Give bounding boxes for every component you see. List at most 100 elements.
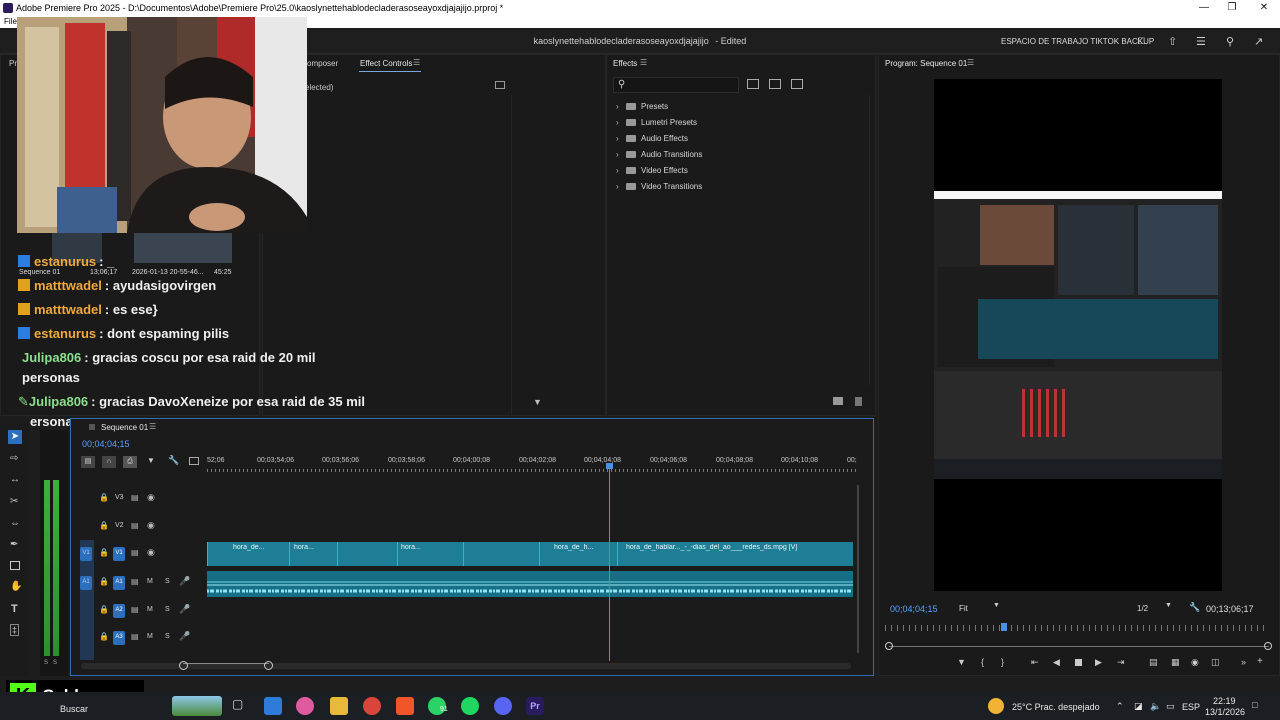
scrub-handle-left[interactable] bbox=[885, 642, 893, 650]
speaker-icon[interactable]: 🔈 bbox=[1150, 701, 1161, 712]
effects-folder-lumetri[interactable]: › Lumetri Presets bbox=[616, 118, 697, 127]
clock-time[interactable]: 22:19 bbox=[1213, 696, 1236, 706]
video-clip[interactable]: hora... bbox=[397, 542, 463, 566]
lock-icon[interactable]: 🔒 bbox=[99, 521, 109, 530]
video-clip[interactable] bbox=[463, 542, 539, 566]
ripple-edit-icon[interactable]: ↔ bbox=[10, 474, 20, 485]
restore-icon[interactable]: ❐ bbox=[1218, 0, 1246, 16]
solo-right-label[interactable]: S bbox=[53, 660, 57, 666]
landscape-widget-icon[interactable] bbox=[172, 696, 222, 716]
video-clip[interactable]: hora_de... bbox=[207, 542, 289, 566]
lock-icon[interactable]: 🔒 bbox=[99, 632, 109, 641]
track-target-a2[interactable]: A2 bbox=[113, 604, 125, 618]
selection-tool-icon[interactable]: ➤ bbox=[8, 430, 22, 444]
eye-icon[interactable]: ◉ bbox=[147, 520, 155, 531]
effects-folder-audio-transitions[interactable]: › Audio Transitions bbox=[616, 150, 702, 159]
lock-icon[interactable]: 🔒 bbox=[99, 577, 109, 586]
more-icon[interactable]: » bbox=[1241, 657, 1246, 667]
mute-button[interactable]: M bbox=[147, 578, 153, 585]
close-icon[interactable]: ✕ bbox=[1250, 0, 1278, 16]
track-target-a1[interactable]: A1 bbox=[113, 576, 125, 590]
audio-clip[interactable] bbox=[207, 571, 853, 597]
razor-icon[interactable]: ✂ bbox=[10, 496, 18, 507]
track-target-a3[interactable]: A3 bbox=[113, 631, 125, 645]
tab-audio-mixer[interactable]: omposer bbox=[307, 59, 338, 68]
new-bin-icon[interactable] bbox=[833, 397, 843, 405]
app-icon[interactable] bbox=[296, 697, 314, 715]
lift-icon[interactable]: ▤ bbox=[1149, 657, 1158, 668]
tab-close-icon[interactable] bbox=[89, 424, 95, 430]
video-clip[interactable]: hora... bbox=[289, 542, 337, 566]
yuv-effects-icon[interactable] bbox=[791, 79, 803, 89]
extract-icon[interactable]: ▦ bbox=[1171, 657, 1180, 668]
wrench-icon[interactable]: 🔧 bbox=[168, 455, 179, 466]
tab-effects[interactable]: Effects bbox=[613, 59, 637, 68]
mic-icon[interactable]: 🎤 bbox=[179, 604, 190, 615]
compare-icon[interactable]: ◫ bbox=[1211, 657, 1220, 668]
captions-icon[interactable] bbox=[189, 457, 199, 465]
video-clip-selected[interactable]: hora_de_hablar..._-_-dias_del_ao___redes… bbox=[617, 542, 853, 566]
mic-icon[interactable]: 🎤 bbox=[179, 631, 190, 642]
sync-lock-icon[interactable]: ▤ bbox=[131, 493, 139, 502]
notifications-icon[interactable]: □ bbox=[1252, 700, 1257, 710]
minimize-icon[interactable]: — bbox=[1190, 0, 1218, 16]
sync-lock-icon[interactable]: ▤ bbox=[131, 632, 139, 641]
video-clip[interactable]: hora_de_h... bbox=[539, 542, 617, 566]
clock-date[interactable]: 13/1/2026 bbox=[1205, 707, 1245, 717]
lock-icon[interactable]: 🔒 bbox=[99, 605, 109, 614]
nest-icon[interactable]: ▤ bbox=[81, 456, 95, 468]
add-button-icon[interactable]: + bbox=[1257, 656, 1263, 667]
chrome-icon[interactable] bbox=[363, 697, 381, 715]
32bit-effects-icon[interactable] bbox=[769, 79, 781, 89]
tab-sequence[interactable]: Sequence 01 bbox=[101, 423, 148, 432]
eye-icon[interactable]: ◉ bbox=[147, 547, 155, 558]
toggle-timeline-icon[interactable] bbox=[495, 81, 505, 89]
track-header-v2[interactable]: 🔒 V2 ▤ ◉ bbox=[71, 513, 207, 539]
panel-menu-icon[interactable]: ☰ bbox=[413, 58, 420, 67]
hand-icon[interactable]: ✋ bbox=[10, 581, 22, 592]
tab-project[interactable]: Pr bbox=[9, 59, 17, 68]
vertical-scrollbar[interactable] bbox=[857, 485, 859, 653]
scrollbar-thumb[interactable] bbox=[183, 663, 269, 669]
effects-folder-video-transitions[interactable]: › Video Transitions bbox=[616, 182, 702, 191]
sync-lock-icon[interactable]: ▤ bbox=[131, 548, 139, 557]
panel-menu-icon[interactable]: ☰ bbox=[640, 58, 647, 67]
track-header-v3[interactable]: 🔒 V3 ▤ ◉ bbox=[71, 485, 207, 511]
rectangle-icon[interactable] bbox=[10, 561, 20, 570]
mark-in-icon[interactable]: { bbox=[981, 657, 984, 667]
tab-effect-controls[interactable]: Effect Controls bbox=[360, 59, 412, 68]
chevron-up-icon[interactable]: ⌃ bbox=[1116, 701, 1124, 712]
scroll-handle-right[interactable] bbox=[264, 661, 273, 670]
menu-icon[interactable]: ☰ bbox=[1196, 35, 1206, 48]
weather-text[interactable]: 25°C Prac. despejado bbox=[1012, 702, 1100, 712]
scrub-handle-right[interactable] bbox=[1264, 642, 1272, 650]
file-explorer-icon[interactable] bbox=[330, 697, 348, 715]
linked-selection-icon[interactable]: ⎙ bbox=[123, 456, 137, 468]
lock-icon[interactable]: 🔒 bbox=[99, 493, 109, 502]
scrub-bar[interactable] bbox=[889, 646, 1269, 647]
panel-menu-icon[interactable]: ☰ bbox=[967, 58, 974, 67]
effects-folder-presets[interactable]: › Presets bbox=[616, 102, 668, 111]
go-to-out-icon[interactable]: ⇥ bbox=[1117, 657, 1125, 668]
delete-icon[interactable] bbox=[855, 397, 862, 406]
sync-lock-icon[interactable]: ▤ bbox=[131, 577, 139, 586]
snap-icon[interactable]: ∩ bbox=[102, 456, 116, 468]
mic-icon[interactable]: 🎤 bbox=[179, 576, 190, 587]
share-icon[interactable]: ⇧ bbox=[1168, 35, 1177, 48]
stop-icon[interactable] bbox=[1075, 659, 1082, 666]
type-icon[interactable]: T bbox=[11, 603, 18, 615]
filter-icon[interactable]: ▼ bbox=[533, 397, 542, 407]
mute-button[interactable]: M bbox=[147, 633, 153, 640]
time-ruler[interactable]: 52;06 00;03;54;06 00;03;56;06 00;03;58;0… bbox=[207, 455, 857, 473]
discord-icon[interactable] bbox=[494, 697, 512, 715]
play-icon[interactable]: ▶ bbox=[1095, 657, 1102, 668]
tab-program[interactable]: Program: Sequence 01 bbox=[885, 59, 967, 68]
taskbar-search[interactable]: Buscar bbox=[60, 704, 88, 714]
solo-button[interactable]: S bbox=[165, 606, 170, 613]
sync-lock-icon[interactable]: ▤ bbox=[131, 605, 139, 614]
menu-file[interactable]: File bbox=[4, 17, 17, 26]
settings-wrench-icon[interactable]: 🔧 bbox=[1189, 602, 1200, 613]
spotify-icon[interactable] bbox=[461, 697, 479, 715]
mute-button[interactable]: M bbox=[147, 606, 153, 613]
program-timecode[interactable]: 00;04;04;15 bbox=[890, 604, 938, 614]
